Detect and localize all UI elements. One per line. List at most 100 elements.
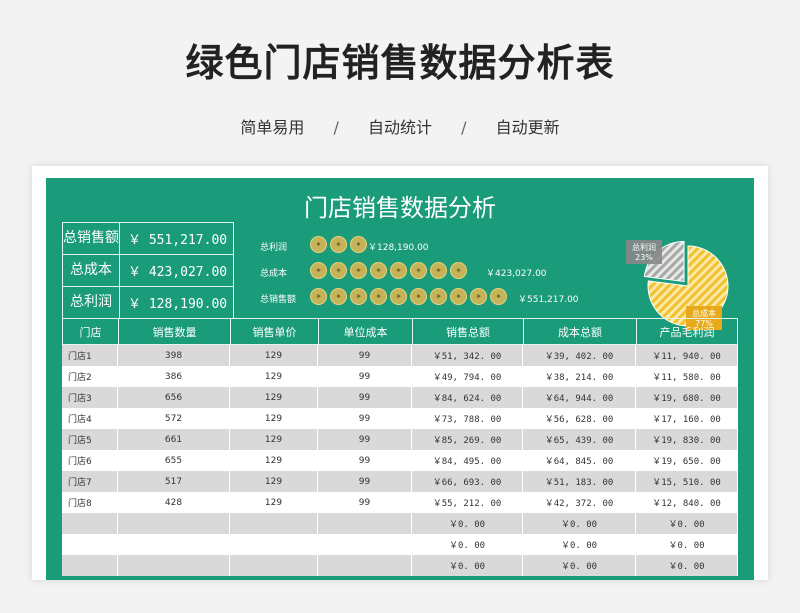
sheet-title: 门店销售数据分析 bbox=[304, 194, 496, 222]
table-cell[interactable]: 99 bbox=[318, 450, 412, 471]
table-cell[interactable]: 99 bbox=[318, 471, 412, 492]
kpi-value: ￥ 128,190.00 bbox=[128, 297, 228, 312]
coin-icon: ✦ bbox=[450, 288, 467, 305]
table-cell[interactable] bbox=[230, 555, 318, 576]
table-cell[interactable] bbox=[62, 555, 118, 576]
table-cell[interactable]: ￥19, 680. 00 bbox=[636, 387, 738, 408]
table-cell[interactable]: 129 bbox=[230, 471, 318, 492]
table-cell[interactable] bbox=[318, 555, 412, 576]
table-cell[interactable]: ￥55, 212. 00 bbox=[412, 492, 523, 513]
table-cell[interactable] bbox=[62, 513, 118, 534]
table-cell[interactable]: 129 bbox=[230, 345, 318, 366]
table-cell[interactable]: ￥64, 944. 00 bbox=[523, 387, 636, 408]
coin-group: ✦ ✦ ✦ ✦ ✦ ✦ ✦ ✦ ✦ ✦ bbox=[310, 288, 510, 308]
kpi-label: 总利润 bbox=[63, 287, 120, 318]
table-cell[interactable]: ￥73, 788. 00 bbox=[412, 408, 523, 429]
table-cell[interactable]: ￥0. 00 bbox=[523, 513, 636, 534]
table-cell[interactable]: 129 bbox=[230, 450, 318, 471]
table-cell[interactable]: ￥84, 495. 00 bbox=[412, 450, 523, 471]
table-cell[interactable] bbox=[62, 534, 118, 555]
table-cell[interactable]: 门店4 bbox=[62, 408, 118, 429]
table-cell[interactable]: ￥19, 650. 00 bbox=[636, 450, 738, 471]
icon-row-label: 总利润 bbox=[260, 243, 288, 253]
kpi-value: ￥ 551,217.00 bbox=[128, 233, 228, 248]
table-cell[interactable] bbox=[230, 534, 318, 555]
table-cell[interactable]: 129 bbox=[230, 387, 318, 408]
table-cell[interactable]: ￥49, 794. 00 bbox=[412, 366, 523, 387]
table-cell[interactable] bbox=[318, 534, 412, 555]
table-cell[interactable]: 661 bbox=[118, 429, 230, 450]
coin-icon: ✦ bbox=[430, 288, 447, 305]
table-cell[interactable] bbox=[118, 534, 230, 555]
table-cell[interactable]: 门店8 bbox=[62, 492, 118, 513]
column-header: 销售单价 bbox=[230, 318, 318, 345]
table-cell[interactable]: 99 bbox=[318, 492, 412, 513]
table-cell[interactable] bbox=[230, 513, 318, 534]
table-cell[interactable] bbox=[118, 513, 230, 534]
table-cell[interactable]: ￥0. 00 bbox=[412, 555, 523, 576]
table-cell[interactable]: ￥39, 402. 00 bbox=[523, 345, 636, 366]
table-cell[interactable]: ￥0. 00 bbox=[636, 555, 738, 576]
coin-icon: ✦ bbox=[390, 288, 407, 305]
coin-icon: ✦ bbox=[330, 288, 347, 305]
table-cell[interactable]: 99 bbox=[318, 366, 412, 387]
table-cell[interactable]: 门店5 bbox=[62, 429, 118, 450]
table-cell[interactable]: 129 bbox=[230, 492, 318, 513]
table-cell[interactable]: 门店3 bbox=[62, 387, 118, 408]
table-cell[interactable]: 99 bbox=[318, 345, 412, 366]
feature-auto-stats: 自动统计 bbox=[367, 118, 432, 137]
coin-icon: ✦ bbox=[430, 262, 447, 279]
table-cell[interactable]: 386 bbox=[118, 366, 230, 387]
table-cell[interactable]: ￥42, 372. 00 bbox=[523, 492, 636, 513]
table-cell[interactable]: ￥0. 00 bbox=[636, 513, 738, 534]
table-cell[interactable]: ￥11, 940. 00 bbox=[636, 345, 738, 366]
table-cell[interactable]: 99 bbox=[318, 408, 412, 429]
table-cell[interactable]: 129 bbox=[230, 408, 318, 429]
table-cell[interactable]: ￥11, 580. 00 bbox=[636, 366, 738, 387]
table-cell[interactable]: ￥65, 439. 00 bbox=[523, 429, 636, 450]
table-cell[interactable]: ￥64, 845. 00 bbox=[523, 450, 636, 471]
kpi-total-sales: 总销售额 ￥ 551,217.00 bbox=[62, 222, 234, 255]
spreadsheet-sheet: 门店销售数据分析 总销售额 ￥ 551,217.00 总成本 ￥ 423,027… bbox=[46, 178, 754, 580]
coin-icon: ✦ bbox=[350, 236, 367, 253]
table-cell[interactable]: ￥0. 00 bbox=[412, 534, 523, 555]
table-cell[interactable] bbox=[118, 555, 230, 576]
table-cell[interactable]: 129 bbox=[230, 366, 318, 387]
table-cell[interactable]: ￥85, 269. 00 bbox=[412, 429, 523, 450]
table-cell[interactable]: 398 bbox=[118, 345, 230, 366]
table-cell[interactable] bbox=[318, 513, 412, 534]
coin-icon: ✦ bbox=[490, 288, 507, 305]
table-cell[interactable]: 门店1 bbox=[62, 345, 118, 366]
table-cell[interactable]: 655 bbox=[118, 450, 230, 471]
table-cell[interactable]: ￥17, 160. 00 bbox=[636, 408, 738, 429]
table-cell[interactable]: 99 bbox=[318, 429, 412, 450]
table-cell[interactable]: ￥51, 183. 00 bbox=[523, 471, 636, 492]
table-cell[interactable]: ￥84, 624. 00 bbox=[412, 387, 523, 408]
table-row: 门店1 398 129 99 ￥51, 342. 00 ￥39, 402. 00 ￥11, … bbox=[62, 345, 738, 366]
table-cell[interactable]: 428 bbox=[118, 492, 230, 513]
table-cell[interactable]: ￥0. 00 bbox=[412, 513, 523, 534]
table-row: 门店3 656 129 99 ￥84, 624. 00 ￥64, 944. 00 ￥19, … bbox=[62, 387, 738, 408]
table-cell[interactable]: ￥0. 00 bbox=[523, 534, 636, 555]
table-body: 门店1 398 129 99 ￥51, 342. 00 ￥39, 402. 00 ￥11, … bbox=[62, 345, 738, 576]
table-cell[interactable]: 门店2 bbox=[62, 366, 118, 387]
table-cell[interactable]: 517 bbox=[118, 471, 230, 492]
table-cell[interactable]: ￥66, 693. 00 bbox=[412, 471, 523, 492]
table-cell[interactable]: ￥15, 510. 00 bbox=[636, 471, 738, 492]
table-cell[interactable]: ￥56, 628. 00 bbox=[523, 408, 636, 429]
table-cell[interactable]: ￥0. 00 bbox=[523, 555, 636, 576]
table-cell[interactable]: ￥38, 214. 00 bbox=[523, 366, 636, 387]
table-cell[interactable]: 门店6 bbox=[62, 450, 118, 471]
table-cell[interactable]: ￥0. 00 bbox=[636, 534, 738, 555]
spreadsheet-preview-card: 门店销售数据分析 总销售额 ￥ 551,217.00 总成本 ￥ 423,027… bbox=[32, 166, 768, 580]
table-cell[interactable]: 129 bbox=[230, 429, 318, 450]
feature-list: 简单易用 / 自动统计 / 自动更新 bbox=[0, 114, 800, 138]
table-cell[interactable]: ￥19, 830. 00 bbox=[636, 429, 738, 450]
table-cell[interactable]: ￥51, 342. 00 bbox=[412, 345, 523, 366]
table-cell[interactable]: 656 bbox=[118, 387, 230, 408]
table-cell[interactable]: 99 bbox=[318, 387, 412, 408]
table-cell[interactable]: ￥12, 840. 00 bbox=[636, 492, 738, 513]
table-cell[interactable]: 门店7 bbox=[62, 471, 118, 492]
kpi-total-profit: 总利润 ￥ 128,190.00 bbox=[62, 287, 234, 319]
table-cell[interactable]: 572 bbox=[118, 408, 230, 429]
